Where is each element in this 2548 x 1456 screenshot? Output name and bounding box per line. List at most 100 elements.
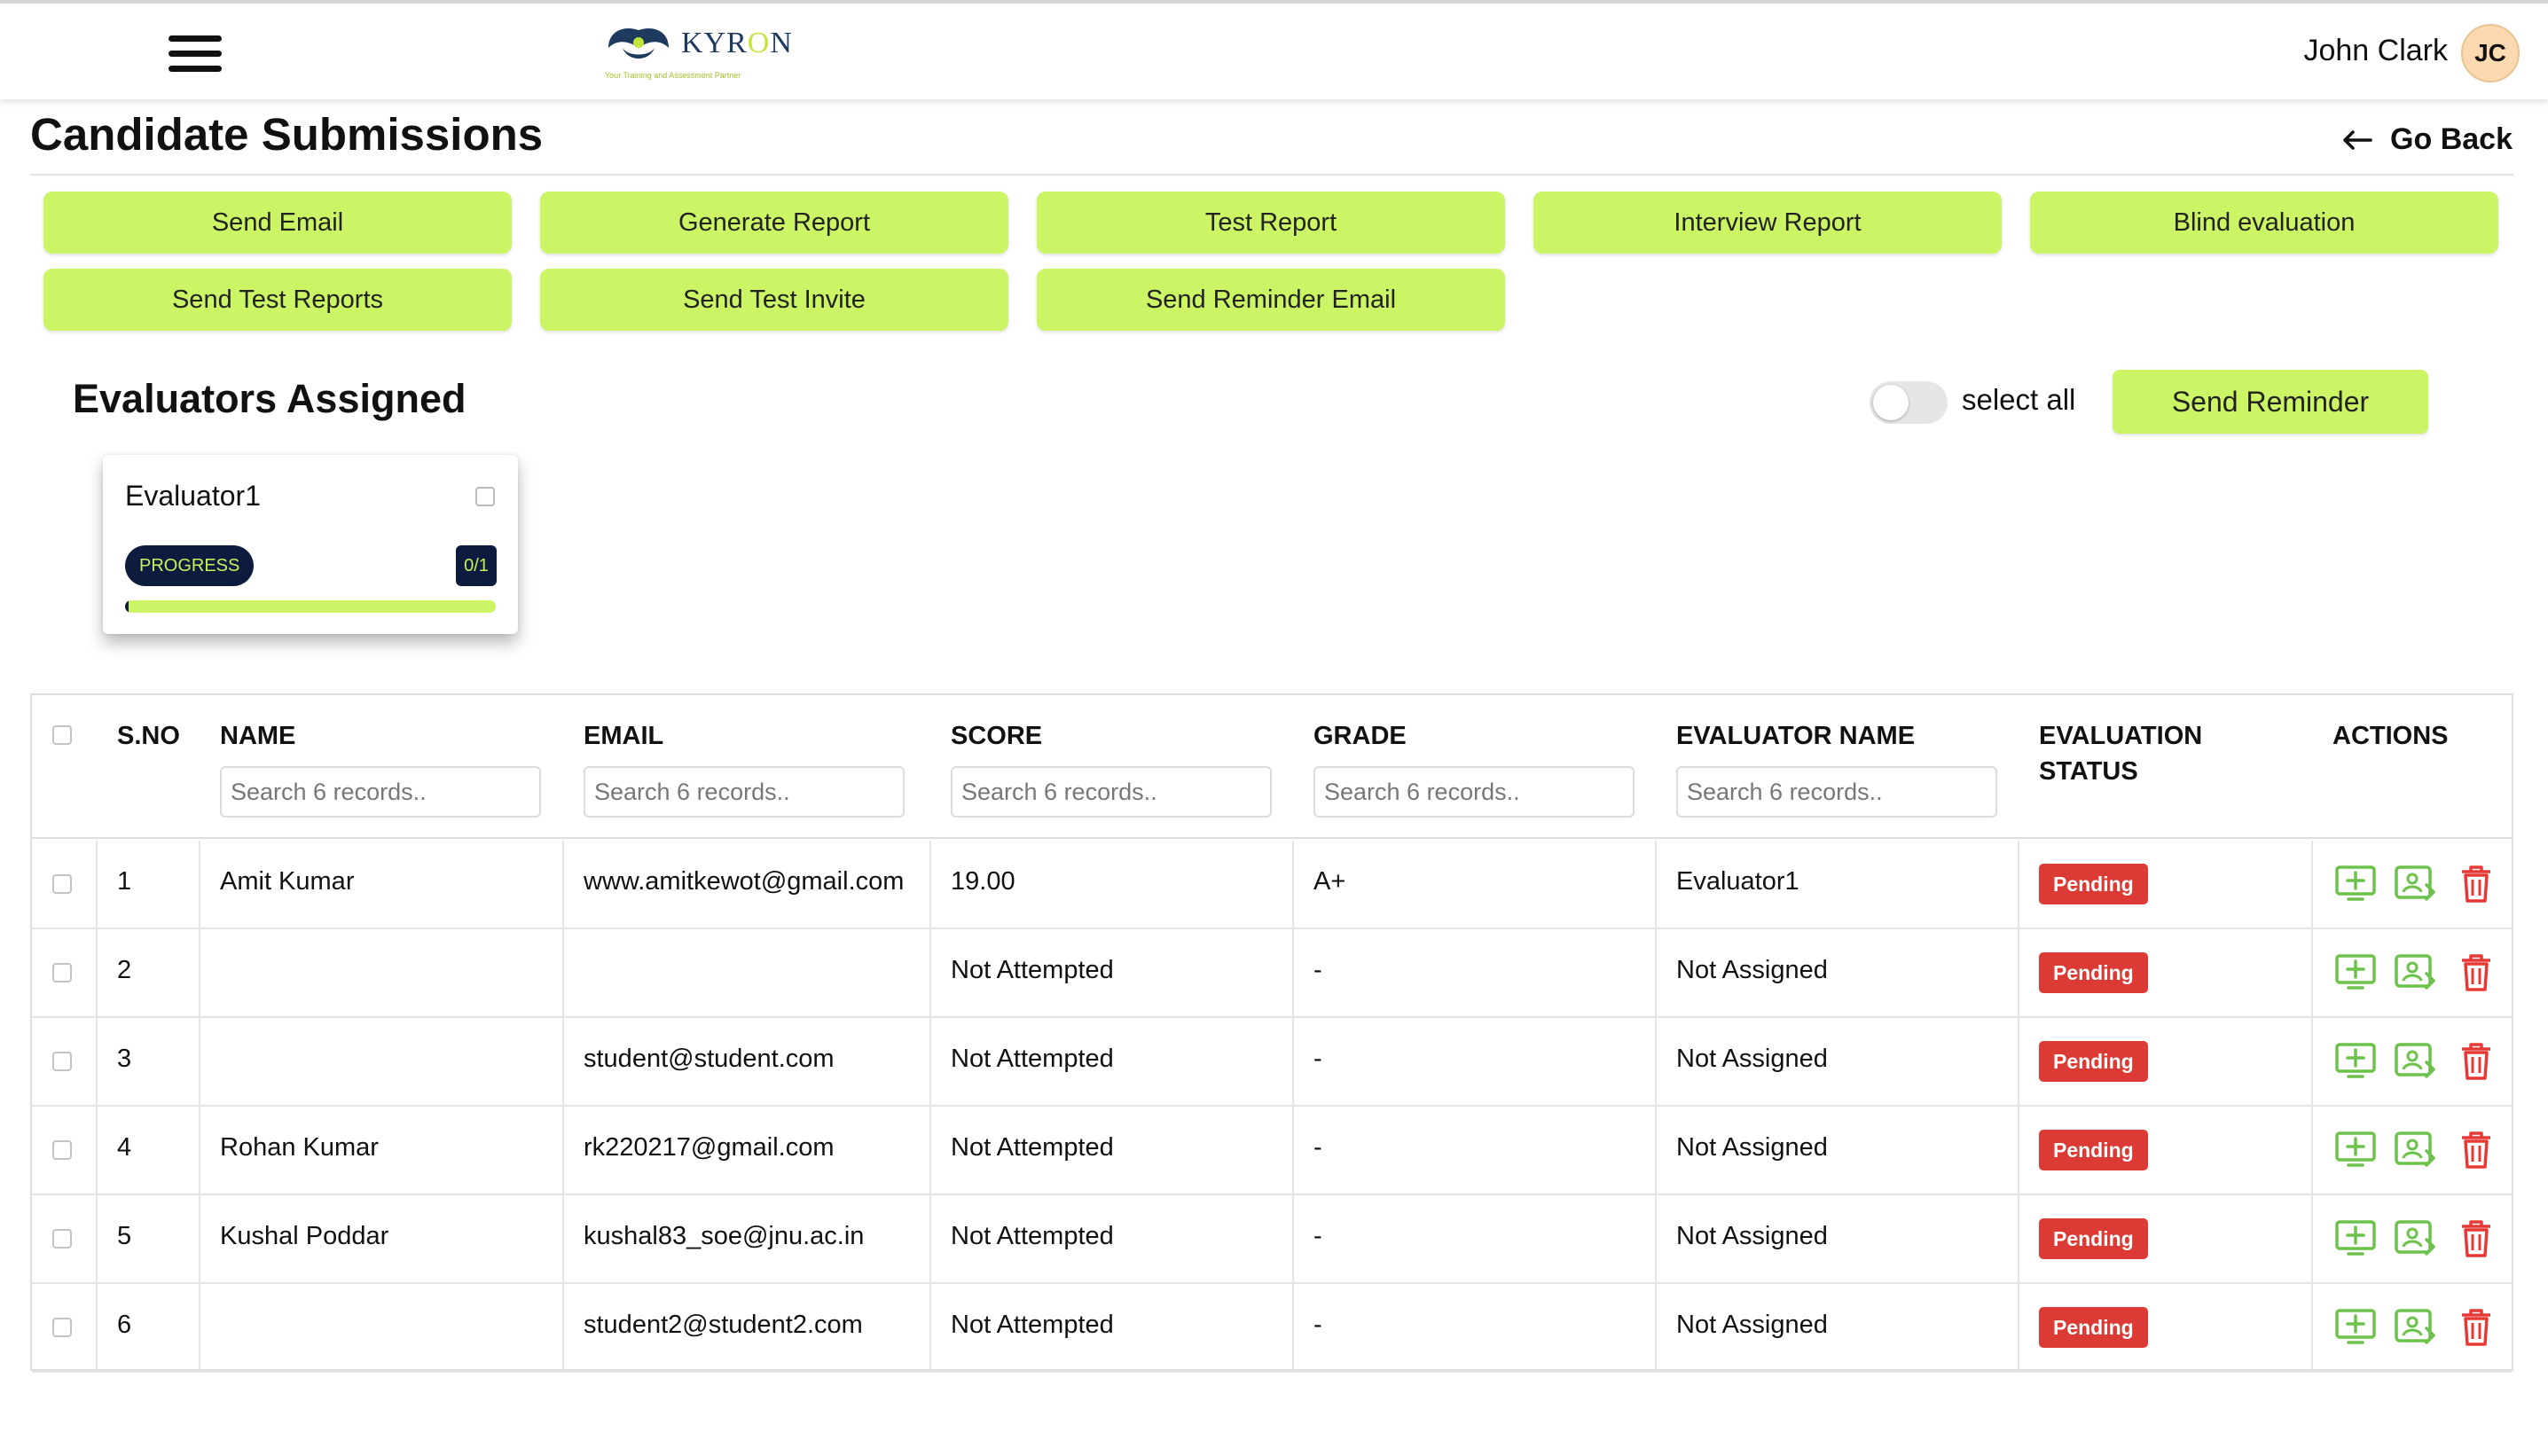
column-divider [1292, 929, 1294, 1018]
assign-evaluator-icon[interactable] [2393, 860, 2439, 906]
column-divider [2311, 1284, 2313, 1373]
table-row[interactable]: 5 Kushal Poddar kushal83_soe@jnu.ac.in Not … [32, 1195, 2512, 1284]
trash-icon[interactable] [2453, 1303, 2499, 1350]
trash-icon[interactable] [2453, 1126, 2499, 1172]
row-checkbox[interactable] [52, 874, 72, 894]
add-screen-icon[interactable] [2332, 1037, 2379, 1084]
avatar[interactable]: JC [2461, 24, 2520, 82]
assign-evaluator-icon[interactable] [2393, 1037, 2439, 1084]
cell-sno: 3 [117, 1045, 132, 1073]
cell-sno: 1 [117, 867, 132, 896]
generate-report-button[interactable]: Generate Report [540, 192, 1008, 254]
cell-score: Not Attempted [951, 1133, 1114, 1162]
evaluator-checkbox[interactable] [475, 487, 495, 506]
cell-grade: - [1313, 1133, 1322, 1162]
assign-evaluator-icon[interactable] [2393, 1303, 2439, 1350]
column-divider [2018, 841, 2019, 929]
table-row[interactable]: 1 Amit Kumar www.amitkewot@gmail.com 19.00 A… [32, 841, 2512, 929]
cell-score: Not Attempted [951, 1311, 1114, 1339]
column-header-evaluator[interactable]: EVALUATOR NAME [1676, 718, 1915, 754]
assign-evaluator-icon[interactable] [2393, 1215, 2439, 1261]
interview-report-button[interactable]: Interview Report [1533, 192, 2002, 254]
trash-icon[interactable] [2453, 860, 2499, 906]
column-divider [96, 1107, 98, 1195]
add-screen-icon[interactable] [2332, 949, 2379, 995]
evaluator-search-input[interactable] [1676, 766, 1997, 818]
add-screen-icon[interactable] [2332, 860, 2379, 906]
column-header-grade[interactable]: GRADE [1313, 718, 1407, 754]
go-back-label: Go Back [2390, 122, 2513, 156]
trash-icon[interactable] [2453, 1037, 2499, 1084]
cell-grade: - [1313, 1045, 1322, 1073]
send-test-invite-button[interactable]: Send Test Invite [540, 269, 1008, 331]
column-divider [562, 1284, 564, 1373]
table-row[interactable]: 3 student@student.com Not Attempted - Not As… [32, 1018, 2512, 1107]
column-divider [562, 1195, 564, 1284]
column-divider [2311, 841, 2313, 929]
column-divider [1292, 1018, 1294, 1107]
row-checkbox[interactable] [52, 963, 72, 982]
cell-name: Rohan Kumar [220, 1133, 379, 1162]
top-navbar: KYRON Your Training and Assessment Partn… [0, 0, 2548, 99]
evaluator-name: Evaluator1 [125, 480, 261, 512]
assign-evaluator-icon[interactable] [2393, 949, 2439, 995]
column-divider [199, 1018, 200, 1107]
assign-evaluator-icon[interactable] [2393, 1126, 2439, 1172]
cell-sno: 5 [117, 1222, 132, 1250]
evaluator-card[interactable]: Evaluator1 PROGRESS 0/1 [103, 455, 518, 634]
column-divider [96, 1284, 98, 1373]
submissions-table: S.NO NAME EMAIL SCORE GRADE EVALUATOR NA… [30, 693, 2513, 1373]
table-row[interactable]: 4 Rohan Kumar rk220217@gmail.com Not Attemp… [32, 1107, 2512, 1195]
column-divider [562, 1107, 564, 1195]
column-divider [199, 1107, 200, 1195]
column-header-score[interactable]: SCORE [951, 718, 1042, 754]
column-divider [1292, 841, 1294, 929]
test-report-button[interactable]: Test Report [1037, 192, 1505, 254]
status-badge: Pending [2039, 864, 2148, 904]
column-divider [2018, 1107, 2019, 1195]
send-reminder-email-button[interactable]: Send Reminder Email [1037, 269, 1505, 331]
send-test-reports-button[interactable]: Send Test Reports [43, 269, 512, 331]
trash-icon[interactable] [2453, 949, 2499, 995]
column-divider [2018, 1195, 2019, 1284]
grade-search-input[interactable] [1313, 766, 1635, 818]
hamburger-menu-icon[interactable] [169, 34, 222, 74]
user-name[interactable]: John Clark [2303, 34, 2448, 68]
add-screen-icon[interactable] [2332, 1303, 2379, 1350]
email-search-input[interactable] [584, 766, 905, 818]
add-screen-icon[interactable] [2332, 1215, 2379, 1261]
select-all-toggle[interactable] [1870, 381, 1948, 424]
column-divider [2311, 1195, 2313, 1284]
cell-name: Amit Kumar [220, 867, 355, 896]
score-search-input[interactable] [951, 766, 1272, 818]
column-divider [2018, 1284, 2019, 1373]
table-row[interactable]: 6 student2@student2.com Not Attempted - Not … [32, 1284, 2512, 1373]
column-header-email[interactable]: EMAIL [584, 718, 663, 754]
send-reminder-button[interactable]: Send Reminder [2113, 370, 2428, 434]
add-screen-icon[interactable] [2332, 1126, 2379, 1172]
go-back-button[interactable]: Go Back [2342, 122, 2513, 157]
row-checkbox[interactable] [52, 1140, 72, 1160]
column-header-evaluation-status[interactable]: EVALUATION STATUS [2039, 718, 2202, 789]
column-header-name[interactable]: NAME [220, 718, 295, 754]
arrow-left-icon [2343, 129, 2372, 150]
column-divider [1655, 1107, 1657, 1195]
cell-email: student2@student2.com [584, 1311, 863, 1339]
row-checkbox[interactable] [52, 1052, 72, 1071]
status-badge: Pending [2039, 1130, 2148, 1170]
column-divider [929, 1018, 931, 1107]
toggle-knob [1873, 385, 1909, 420]
blind-evaluation-button[interactable]: Blind evaluation [2030, 192, 2498, 254]
trash-icon[interactable] [2453, 1215, 2499, 1261]
column-divider [96, 929, 98, 1018]
select-all-rows-checkbox[interactable] [52, 725, 72, 745]
row-checkbox[interactable] [52, 1318, 72, 1337]
table-row[interactable]: 2 Not Attempted - Not Assigned Pending [32, 929, 2512, 1018]
send-email-button[interactable]: Send Email [43, 192, 512, 254]
column-divider [562, 1018, 564, 1107]
column-divider [1655, 1284, 1657, 1373]
kyron-logo[interactable]: KYRON Your Training and Assessment Partn… [603, 18, 807, 89]
name-search-input[interactable] [220, 766, 541, 818]
row-checkbox[interactable] [52, 1229, 72, 1249]
column-divider [929, 1195, 931, 1284]
